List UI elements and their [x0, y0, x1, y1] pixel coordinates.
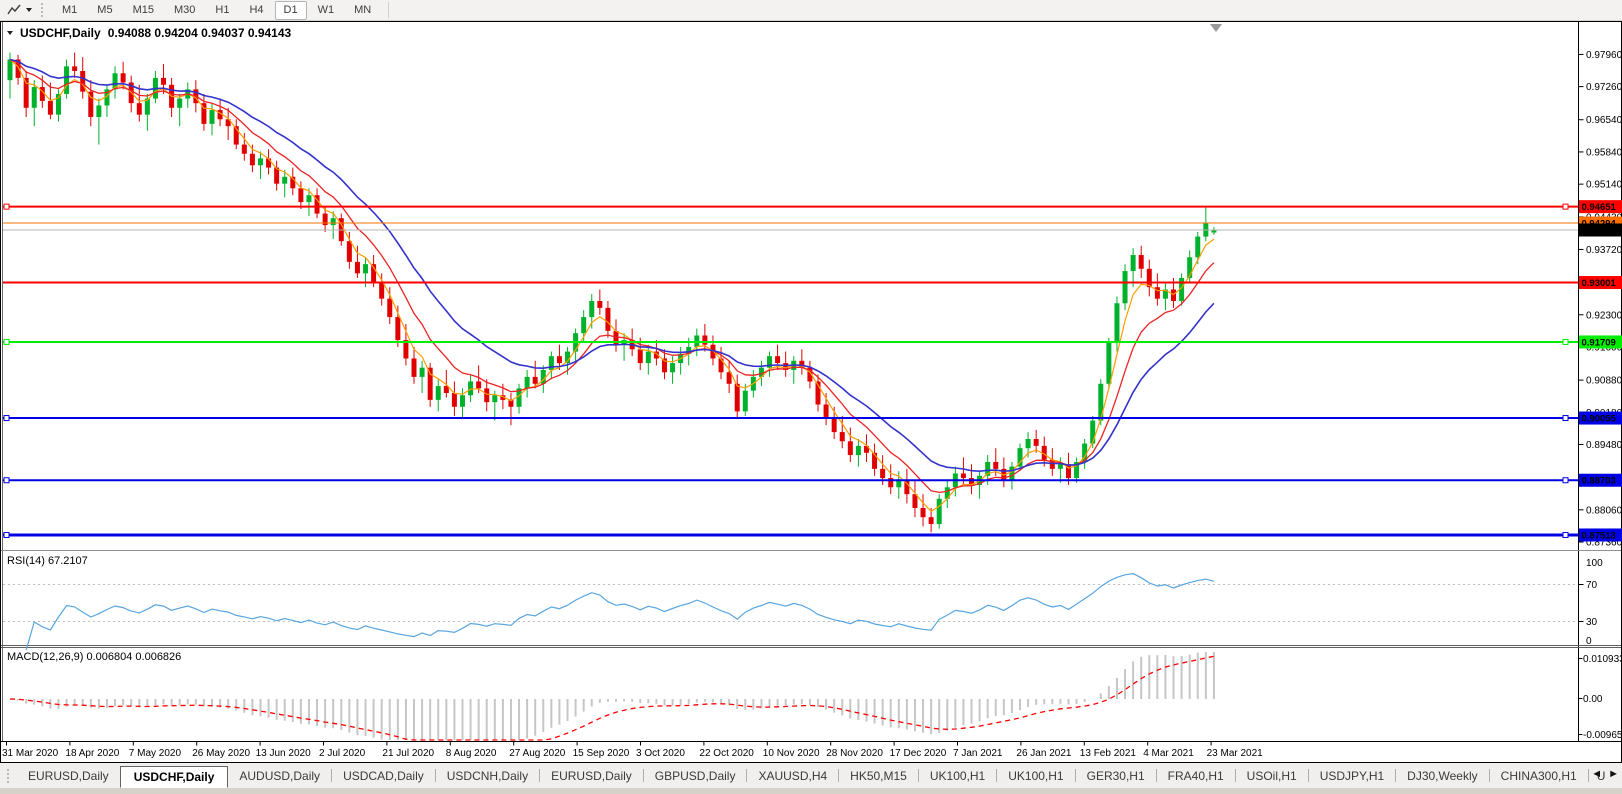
svg-text:15 Sep 2020: 15 Sep 2020: [573, 748, 630, 759]
tab-fra40-h1-12[interactable]: FRA40,H1: [1157, 765, 1235, 787]
svg-text:13 Feb 2021: 13 Feb 2021: [1080, 748, 1137, 759]
tab-dj30-weekly-15[interactable]: DJ30,Weekly: [1396, 765, 1488, 787]
tabbar-grip: [7, 769, 13, 783]
svg-text:0.90880: 0.90880: [1586, 376, 1622, 387]
ohlc-values: 0.94088 0.94204 0.94037 0.94143: [108, 26, 292, 40]
svg-text:30: 30: [1586, 617, 1598, 628]
svg-text:28 Nov 2020: 28 Nov 2020: [826, 748, 883, 759]
tab-xauusd-h4-7[interactable]: XAUUSD,H4: [747, 765, 838, 787]
svg-text:17 Dec 2020: 17 Dec 2020: [890, 748, 947, 759]
svg-text:0.93720: 0.93720: [1586, 245, 1622, 256]
svg-text:23 Mar 2021: 23 Mar 2021: [1207, 748, 1264, 759]
chart-window-frame: [1, 22, 1622, 763]
svg-text:0.92300: 0.92300: [1586, 310, 1622, 321]
svg-text:0.010933: 0.010933: [1583, 654, 1622, 665]
tab-gbpusd-daily-6[interactable]: GBPUSD,Daily: [644, 765, 747, 787]
svg-text:0.97960: 0.97960: [1586, 50, 1622, 61]
tab-scroll-left-icon[interactable]: ◄: [1591, 768, 1602, 780]
tab-uk100-h1-10[interactable]: UK100,H1: [997, 765, 1074, 787]
svg-text:0.87513: 0.87513: [1582, 530, 1616, 541]
tab-uk100-h1-9[interactable]: UK100,H1: [919, 765, 996, 787]
svg-text:7 May 2020: 7 May 2020: [129, 748, 182, 759]
tab-usoil-h1-13[interactable]: USOil,H1: [1236, 765, 1308, 787]
svg-text:3 Oct 2020: 3 Oct 2020: [636, 748, 685, 759]
tab-usdchf-daily-1[interactable]: USDCHF,Daily: [120, 766, 229, 788]
svg-text:0.00: 0.00: [1583, 694, 1603, 705]
svg-text:26 Jan 2021: 26 Jan 2021: [1016, 748, 1071, 759]
svg-text:21 Jul 2020: 21 Jul 2020: [382, 748, 434, 759]
svg-text:0.89480: 0.89480: [1586, 440, 1622, 451]
chart-tabs: EURUSD,DailyUSDCHF,DailyAUDUSD,DailyUSDC…: [0, 763, 1622, 788]
window-bottom-strip: [0, 788, 1622, 794]
svg-text:0: 0: [1586, 636, 1592, 647]
tab-china300-h1-16[interactable]: CHINA300,H1: [1490, 765, 1588, 787]
svg-text:10 Nov 2020: 10 Nov 2020: [763, 748, 820, 759]
svg-text:27 Aug 2020: 27 Aug 2020: [509, 748, 566, 759]
tab-usdcad-daily-3[interactable]: USDCAD,Daily: [332, 765, 435, 787]
chart-title: USDCHF,Daily 0.94088 0.94204 0.94037 0.9…: [7, 26, 291, 40]
svg-text:8 Aug 2020: 8 Aug 2020: [446, 748, 497, 759]
svg-text:0.94143: 0.94143: [1582, 226, 1616, 237]
svg-text:22 Oct 2020: 22 Oct 2020: [699, 748, 754, 759]
svg-text:100: 100: [1586, 558, 1603, 569]
tab-eurusd-daily-0[interactable]: EURUSD,Daily: [17, 765, 120, 787]
tab-ger30-h1-11[interactable]: GER30,H1: [1076, 765, 1156, 787]
tab-usdcnh-daily-4[interactable]: USDCNH,Daily: [436, 765, 539, 787]
svg-text:0.90055: 0.90055: [1582, 414, 1617, 425]
svg-text:-0.009653: -0.009653: [1583, 730, 1622, 741]
svg-text:4 Mar 2021: 4 Mar 2021: [1143, 748, 1194, 759]
tab-usdjpy-h1-14[interactable]: USDJPY,H1: [1309, 765, 1395, 787]
macd-indicator-label: MACD(12,26,9) 0.006804 0.006826: [7, 651, 181, 663]
svg-text:70: 70: [1586, 580, 1598, 591]
tab-scroll-arrows: ◄ ►: [1591, 768, 1619, 780]
svg-text:0.96540: 0.96540: [1586, 115, 1622, 126]
tab-audusd-daily-2[interactable]: AUDUSD,Daily: [228, 765, 331, 787]
svg-text:18 Apr 2020: 18 Apr 2020: [65, 748, 119, 759]
rsi-indicator-label: RSI(14) 67.2107: [7, 555, 88, 567]
svg-text:0.94651: 0.94651: [1582, 202, 1617, 213]
price-chart-canvas: 0.979600.972600.965400.958400.951400.944…: [0, 0, 1622, 794]
svg-text:13 Jun 2020: 13 Jun 2020: [256, 748, 311, 759]
svg-text:26 May 2020: 26 May 2020: [192, 748, 250, 759]
svg-text:7 Jan 2021: 7 Jan 2021: [953, 748, 1003, 759]
tab-scroll-right-icon[interactable]: ►: [1608, 768, 1619, 780]
svg-text:0.93001: 0.93001: [1582, 278, 1617, 289]
svg-text:0.95140: 0.95140: [1586, 180, 1622, 191]
svg-text:31 Mar 2020: 31 Mar 2020: [2, 748, 59, 759]
svg-text:0.97260: 0.97260: [1586, 82, 1622, 93]
chart-dropdown-icon[interactable]: [7, 31, 13, 35]
svg-text:0.88060: 0.88060: [1586, 505, 1622, 516]
svg-text:0.88703: 0.88703: [1582, 476, 1616, 487]
tab-hk50-m15-8[interactable]: HK50,M15: [839, 765, 918, 787]
svg-text:2 Jul 2020: 2 Jul 2020: [319, 748, 366, 759]
symbol-label: USDCHF,Daily: [20, 26, 101, 40]
tab-eurusd-daily-5[interactable]: EURUSD,Daily: [540, 765, 643, 787]
svg-text:0.95840: 0.95840: [1586, 147, 1622, 158]
svg-text:0.91709: 0.91709: [1582, 337, 1616, 348]
